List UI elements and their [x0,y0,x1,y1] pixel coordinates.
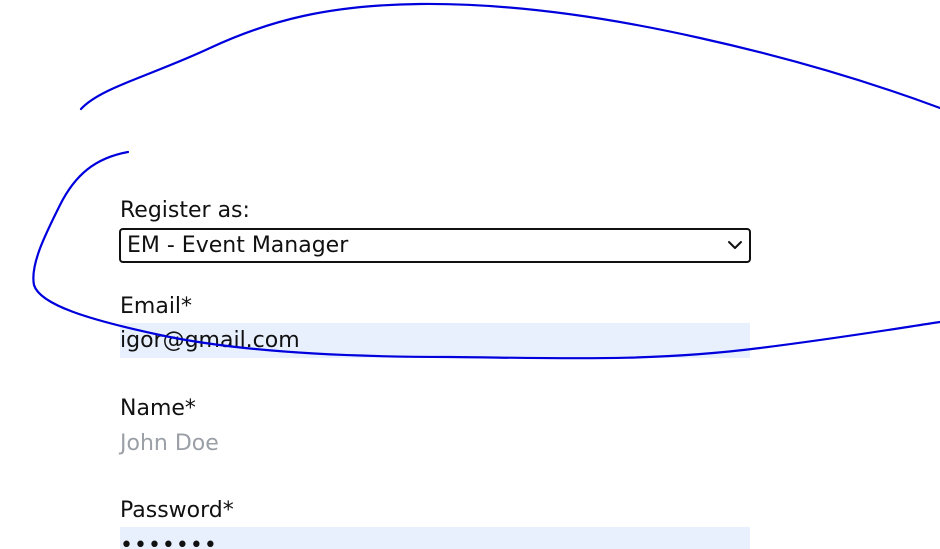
register-as-select[interactable]: EM - Event Manager [119,228,751,263]
annotation-upper-stroke [79,2,940,111]
name-field-placeholder: John Doe [120,431,219,456]
name-label: Name* [120,396,196,421]
password-field[interactable]: ••••••• [120,527,750,549]
register-as-label: Register as: [120,198,250,223]
email-field[interactable]: igor@gmail.com [120,323,750,358]
register-as-selected-value: EM - Event Manager [127,233,349,258]
name-field[interactable]: John Doe [120,426,750,461]
password-field-value: ••••••• [120,533,218,549]
chevron-down-icon [728,241,742,249]
email-label: Email* [120,294,193,319]
email-field-value: igor@gmail.com [120,328,300,353]
registration-page: Register as: EM - Event Manager Email* i… [0,0,940,549]
password-label: Password* [120,498,234,523]
hand-drawn-annotation [32,2,940,360]
